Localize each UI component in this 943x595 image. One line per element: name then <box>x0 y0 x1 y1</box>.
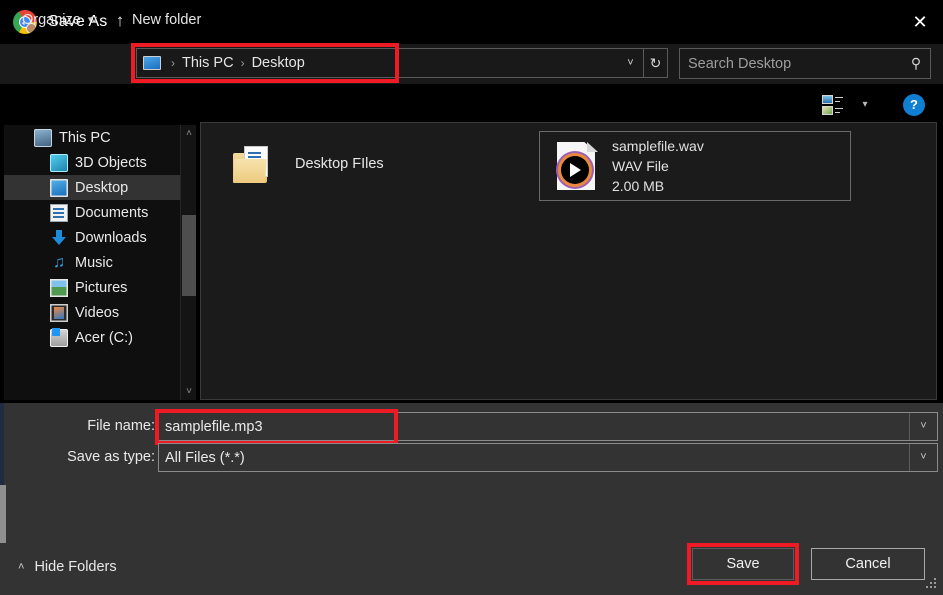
sidebar-item-label: Downloads <box>75 230 147 246</box>
hide-folders-label: Hide Folders <box>34 559 116 575</box>
help-icon[interactable]: ? <box>903 94 925 116</box>
videos-icon <box>50 304 68 322</box>
save-as-type-value[interactable]: All Files (*.*) <box>159 450 909 466</box>
list-item-folder[interactable]: Desktop FIles <box>233 131 523 197</box>
footer-pane <box>0 543 943 595</box>
organize-label: Organize <box>22 12 81 28</box>
scrollbar-thumb[interactable] <box>182 215 196 296</box>
breadcrumb-item-desktop[interactable]: Desktop <box>252 55 305 71</box>
search-input[interactable] <box>680 56 902 72</box>
new-folder-button[interactable]: New folder <box>132 0 201 39</box>
view-options-icon[interactable] <box>822 95 844 115</box>
up-icon[interactable]: ↑ <box>108 0 132 40</box>
file-list: Desktop FIles samplefile.wav WAV File 2.… <box>200 122 937 400</box>
close-icon[interactable]: ✕ <box>897 0 943 44</box>
sidebar-item-desktop[interactable]: Desktop <box>4 175 180 200</box>
sidebar-item-label: Desktop <box>75 180 128 196</box>
list-item-file[interactable]: samplefile.wav WAV File 2.00 MB <box>539 131 851 201</box>
file-name-label: File name: <box>20 418 155 434</box>
chevron-down-icon[interactable]: ˅ <box>909 413 937 440</box>
left-edge-strip <box>0 403 4 485</box>
media-player-file-icon <box>554 142 598 190</box>
chevron-up-icon: ˄ <box>18 561 24 573</box>
save-as-dialog: Save As ✕ ← → ˅ ↑ › This PC › Desktop ˅ … <box>0 0 943 595</box>
sidebar-item-label: Acer (C:) <box>75 330 133 346</box>
breadcrumb-dropdown-icon[interactable]: ˅ <box>618 48 644 78</box>
sidebar-item-label: Videos <box>75 305 119 321</box>
search-box[interactable]: ⚲ <box>679 48 931 79</box>
documents-icon <box>50 204 68 222</box>
scroll-up-icon[interactable]: ˄ <box>181 125 197 142</box>
save-as-type-field[interactable]: All Files (*.*) ˅ <box>158 443 938 472</box>
search-icon[interactable]: ⚲ <box>902 55 930 72</box>
open-folder-icon <box>233 145 277 183</box>
sidebar-item-videos[interactable]: Videos <box>4 300 180 325</box>
pc-icon <box>34 129 52 147</box>
sidebar-item-label: This PC <box>59 130 111 146</box>
navigation-pane: This PC 3D Objects Desktop Documents Dow… <box>4 125 180 400</box>
breadcrumb-separator: › <box>234 56 252 70</box>
command-bar <box>0 86 943 125</box>
sidebar-item-this-pc[interactable]: This PC <box>4 125 180 150</box>
cancel-button[interactable]: Cancel <box>811 548 925 580</box>
folder-name: Desktop FIles <box>295 156 384 172</box>
scroll-down-icon[interactable]: ˅ <box>181 383 197 400</box>
sidebar-item-label: Music <box>75 255 113 271</box>
chevron-down-icon[interactable]: ˅ <box>909 444 937 471</box>
save-as-type-label: Save as type: <box>20 449 155 465</box>
sidebar-item-pictures[interactable]: Pictures <box>4 275 180 300</box>
refresh-icon[interactable]: ↻ <box>644 48 668 78</box>
breadcrumb[interactable]: › This PC › Desktop <box>136 48 666 78</box>
sidebar-item-label: 3D Objects <box>75 155 147 171</box>
navigation-pane-scrollbar[interactable]: ˄ ˅ <box>180 125 196 400</box>
downloads-icon <box>50 229 68 247</box>
file-name-value[interactable]: samplefile.mp3 <box>159 419 909 435</box>
sidebar-item-documents[interactable]: Documents <box>4 200 180 225</box>
sidebar-item-3d-objects[interactable]: 3D Objects <box>4 150 180 175</box>
hide-folders-button[interactable]: ˄ Hide Folders <box>18 555 117 579</box>
sidebar-item-acer-c[interactable]: Acer (C:) <box>4 325 180 350</box>
breadcrumb-item-this-pc[interactable]: This PC <box>182 55 234 71</box>
sidebar-item-label: Pictures <box>75 280 127 296</box>
sidebar-item-music[interactable]: ♫ Music <box>4 250 180 275</box>
music-icon: ♫ <box>50 254 68 272</box>
3d-objects-icon <box>50 154 68 172</box>
this-pc-monitor-icon <box>143 56 161 70</box>
sidebar-item-label: Documents <box>75 205 148 221</box>
file-name-field[interactable]: samplefile.mp3 ˅ <box>158 412 938 441</box>
file-size: 2.00 MB <box>612 178 704 195</box>
breadcrumb-separator: › <box>164 56 182 70</box>
desktop-icon <box>50 179 68 197</box>
save-button[interactable]: Save <box>692 548 794 580</box>
pictures-icon <box>50 279 68 297</box>
file-type: WAV File <box>612 158 704 175</box>
resize-grip-icon[interactable] <box>926 578 938 590</box>
drive-icon <box>50 329 68 347</box>
sidebar-item-downloads[interactable]: Downloads <box>4 225 180 250</box>
view-options-chevron-down-icon[interactable]: ▾ <box>855 96 875 114</box>
chevron-down-icon: ▾ <box>88 14 93 25</box>
file-name: samplefile.wav <box>612 138 704 155</box>
organize-button[interactable]: Organize ▾ <box>22 0 92 39</box>
